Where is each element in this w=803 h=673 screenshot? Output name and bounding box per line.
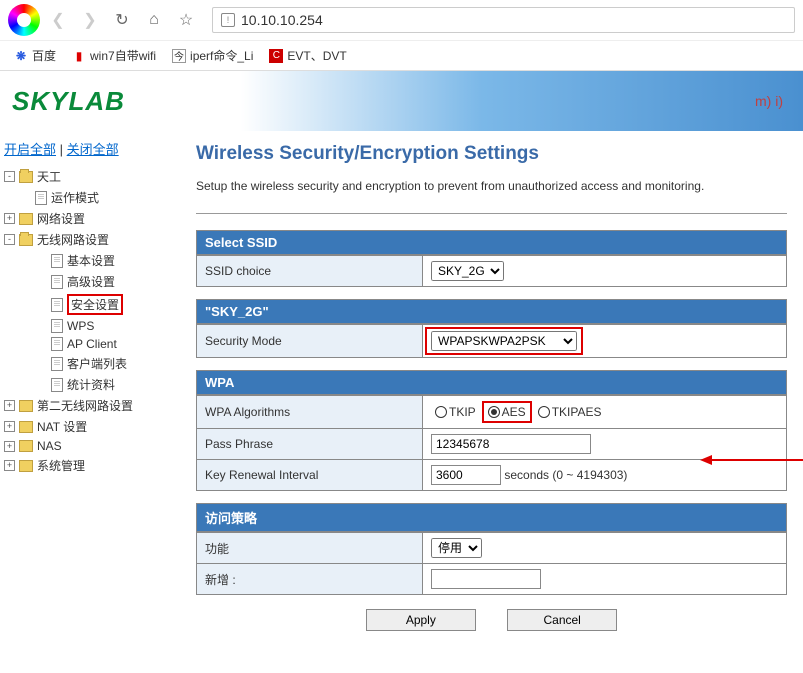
tree-collapse-icon[interactable]: - — [4, 234, 15, 245]
tree-item[interactable]: 基本设置 — [67, 252, 115, 269]
iperf-icon: 今 — [172, 49, 186, 63]
page-icon — [51, 319, 63, 333]
section-wpa-header: WPA — [196, 370, 787, 395]
expand-all-link[interactable]: 开启全部 — [4, 142, 56, 157]
home-button[interactable]: ⌂ — [140, 6, 168, 34]
tree-expand-icon[interactable]: + — [4, 400, 15, 411]
wpa-algo-radio-group: TKIP AES TKIPAES — [431, 401, 778, 423]
access-func-label: 功能 — [197, 533, 423, 564]
tree-item[interactable]: 第二无线网路设置 — [37, 397, 133, 414]
tree-item[interactable]: 网络设置 — [37, 210, 85, 227]
folder-icon — [19, 440, 33, 452]
tree-expand-icon[interactable]: + — [4, 213, 15, 224]
bookmark-evt[interactable]: CEVT、DVT — [263, 45, 352, 66]
key-renewal-suffix: seconds (0 ~ 4194303) — [504, 468, 627, 482]
bookmarks-bar: ❋百度 ▮win7自带wifi 今iperf命令_Li CEVT、DVT — [0, 40, 803, 70]
url-text: 10.10.10.254 — [241, 12, 323, 28]
reload-button[interactable]: ↻ — [108, 6, 136, 34]
page-icon — [51, 275, 63, 289]
tree-item[interactable]: NAS — [37, 439, 62, 453]
banner: SKYLAB m) i) — [0, 71, 803, 131]
access-add-label: 新增 : — [197, 564, 423, 595]
tree-item[interactable]: 运作模式 — [51, 189, 99, 206]
cancel-button[interactable]: Cancel — [507, 609, 617, 631]
baidu-icon: ❋ — [14, 49, 28, 63]
star-button[interactable]: ☆ — [172, 6, 200, 34]
page-icon — [51, 254, 63, 268]
radio-tkip[interactable]: TKIP — [431, 403, 480, 421]
access-add-input[interactable] — [431, 569, 541, 589]
tree-item[interactable]: 安全设置 — [67, 294, 123, 315]
wpa-algo-label: WPA Algorithms — [197, 396, 423, 429]
page-icon — [51, 298, 63, 312]
folder-icon — [19, 460, 33, 472]
section-access-header: 访问策略 — [196, 503, 787, 532]
shield-icon: ! — [221, 13, 235, 27]
page-icon — [51, 378, 63, 392]
pass-phrase-input[interactable] — [431, 434, 591, 454]
sidebar: 开启全部 | 关闭全部 -天工运作模式+网络设置-无线网路设置基本设置高级设置安… — [0, 131, 180, 643]
table-select-ssid: SSID choice SKY_2G — [196, 255, 787, 287]
folder-icon — [19, 421, 33, 433]
page-icon — [51, 357, 63, 371]
folder-open-icon — [19, 234, 33, 246]
radio-icon — [488, 406, 500, 418]
tree-item[interactable]: WPS — [67, 319, 94, 333]
forward-button[interactable]: ❯ — [76, 6, 104, 34]
ssid-choice-select[interactable]: SKY_2G — [431, 261, 504, 281]
table-access: 功能 停用 新增 : — [196, 532, 787, 595]
folder-icon — [19, 213, 33, 225]
tree-item[interactable]: AP Client — [67, 337, 117, 351]
tree-item[interactable]: 高级设置 — [67, 273, 115, 290]
page-title: Wireless Security/Encryption Settings — [196, 143, 787, 165]
wifi-icon: ▮ — [72, 49, 86, 63]
security-mode-select[interactable]: WPAPSKWPA2PSK — [431, 331, 577, 351]
pass-phrase-label: Pass Phrase — [197, 429, 423, 460]
page-desc: Setup the wireless security and encrypti… — [196, 179, 787, 193]
key-renewal-label: Key Renewal Interval — [197, 460, 423, 491]
radio-icon — [538, 406, 550, 418]
main-content: Wireless Security/Encryption Settings Se… — [180, 131, 803, 643]
bookmark-baidu[interactable]: ❋百度 — [8, 45, 62, 66]
section-select-ssid-header: Select SSID — [196, 230, 787, 255]
radio-tkipaes[interactable]: TKIPAES — [534, 403, 606, 421]
apply-button[interactable]: Apply — [366, 609, 476, 631]
section-security-header: "SKY_2G" — [196, 299, 787, 324]
tree-item[interactable]: 天工 — [37, 168, 61, 185]
back-button[interactable]: ❮ — [44, 6, 72, 34]
page-icon — [35, 191, 47, 205]
folder-icon — [19, 400, 33, 412]
security-mode-label: Security Mode — [197, 325, 423, 358]
tree-item[interactable]: 系统管理 — [37, 457, 85, 474]
banner-right: m) i) — [755, 93, 791, 109]
evt-icon: C — [269, 49, 283, 63]
url-bar[interactable]: ! 10.10.10.254 — [212, 7, 795, 33]
bookmark-iperf[interactable]: 今iperf命令_Li — [166, 45, 259, 66]
ssid-choice-label: SSID choice — [197, 256, 423, 287]
tree-item[interactable]: 统计资料 — [67, 376, 115, 393]
table-wpa: WPA Algorithms TKIP AES TKIP — [196, 395, 787, 491]
tree-item[interactable]: NAT 设置 — [37, 418, 87, 435]
folder-open-icon — [19, 171, 33, 183]
radio-icon — [435, 406, 447, 418]
access-func-select[interactable]: 停用 — [431, 538, 482, 558]
logo: SKYLAB — [12, 86, 125, 117]
annotation-arrow-icon — [700, 450, 803, 470]
tree-expand-icon[interactable]: + — [4, 460, 15, 471]
browser-logo-icon — [8, 4, 40, 36]
tree-expand-icon[interactable]: + — [4, 421, 15, 432]
nav-tree: - 天工运作模式 + 网络设置 - 无线网路设置基本设置高级设置安全设置 WPS AP Cli… — [4, 166, 176, 476]
bookmark-wifi[interactable]: ▮win7自带wifi — [66, 45, 162, 66]
page-icon — [51, 337, 63, 351]
tree-item[interactable]: 无线网路设置 — [37, 231, 109, 248]
key-renewal-input[interactable] — [431, 465, 501, 485]
tree-item[interactable]: 客户端列表 — [67, 355, 127, 372]
browser-chrome: ❮ ❯ ↻ ⌂ ☆ ! 10.10.10.254 ❋百度 ▮win7自带wifi… — [0, 0, 803, 71]
divider — [196, 213, 787, 214]
table-security: Security Mode WPAPSKWPA2PSK — [196, 324, 787, 358]
tree-expand-icon[interactable]: + — [4, 441, 15, 452]
radio-aes[interactable]: AES — [482, 401, 532, 423]
collapse-all-link[interactable]: 关闭全部 — [67, 142, 119, 157]
tree-collapse-icon[interactable]: - — [4, 171, 15, 182]
